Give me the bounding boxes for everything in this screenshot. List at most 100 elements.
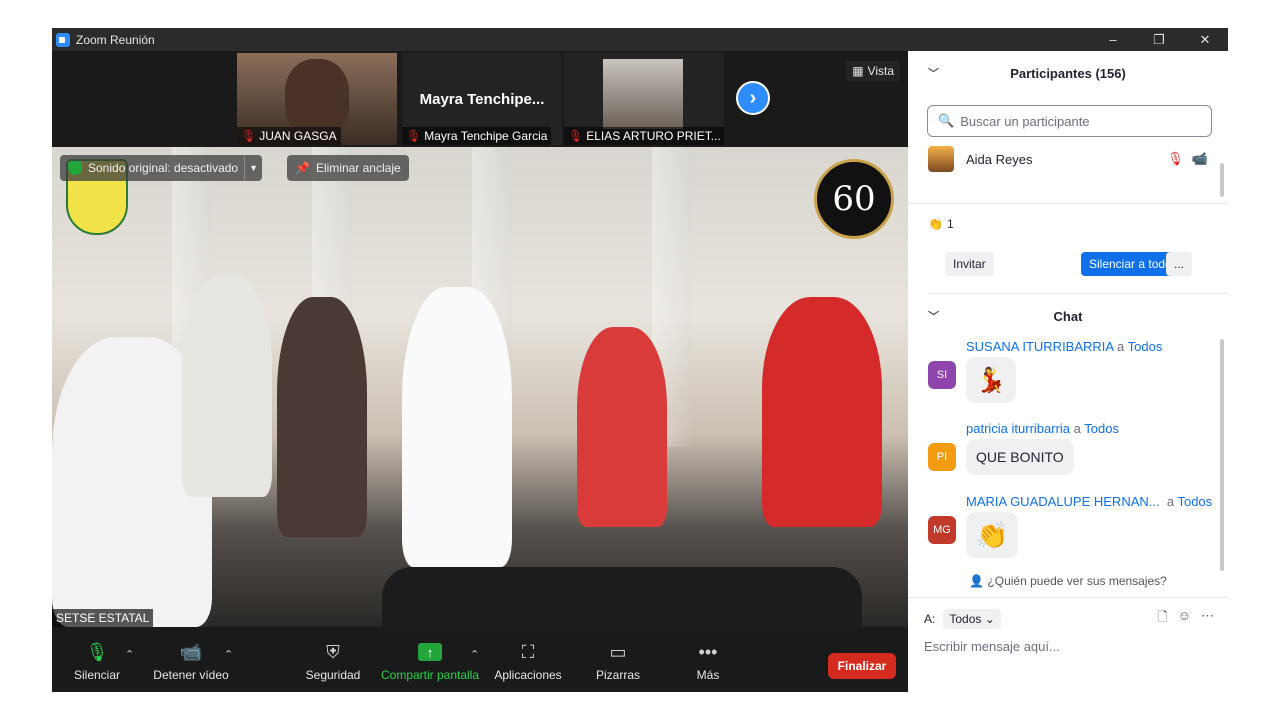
chat-header[interactable]: ﹀ Chat [908, 296, 1228, 336]
attendee [762, 297, 882, 527]
shield-icon: ⛨ [326, 641, 340, 662]
participants-scrollbar[interactable] [1220, 163, 1224, 197]
more-dots-icon: ••• [698, 641, 718, 662]
zoom-window: Zoom Reunión – ❐ ✕ 🎙 JUAN GASGA Mayra Te… [52, 28, 1228, 692]
video-name-label: SETSE ESTATAL [52, 609, 154, 627]
whiteboard-icon: ▭ [609, 641, 627, 662]
shield-check-icon [68, 161, 82, 175]
share-screen-icon: ↑ [418, 640, 442, 664]
video-off-icon: 📹 [1191, 151, 1208, 166]
title-bar: Zoom Reunión – ❐ ✕ [52, 28, 1228, 51]
chevron-down-icon[interactable]: ﹀ [928, 65, 939, 81]
message-sender: SUSANA ITURRIBARRIA a Todos [966, 339, 1163, 354]
more-dots-icon[interactable]: ⋯ [1201, 608, 1214, 630]
minimize-button[interactable]: – [1090, 28, 1136, 51]
stop-video-button[interactable]: 📹 Detener vídeo [146, 640, 236, 688]
chevron-right-icon: › [749, 86, 757, 109]
participant-display-name: Mayra Tenchipe... [419, 91, 545, 108]
chevron-down-icon[interactable]: ﹀ [928, 308, 939, 324]
apps-button[interactable]: ⛶ Aplicaciones [483, 640, 573, 688]
restore-button[interactable]: ❐ [1136, 28, 1182, 51]
participant-name-tag: 🎙 JUAN GASGA [237, 127, 341, 145]
message-sender: MARIA GUADALUPE HERNAN... a Todos [966, 494, 1213, 509]
avatar: SI [928, 361, 956, 389]
attendee [277, 297, 367, 537]
recipient-select[interactable]: Todos ⌄ [943, 609, 1001, 629]
invite-button[interactable]: Invitar [945, 252, 994, 276]
chat-scrollbar[interactable] [1220, 339, 1224, 571]
attendee [182, 277, 272, 497]
participant-tile-elias[interactable]: 🎙 ELIAS ARTURO PRIET... [564, 53, 724, 145]
zoom-app-icon [56, 32, 70, 47]
participant-row[interactable]: Aida Reyes 🎙 📹 [928, 146, 1208, 172]
video-camera-icon: 📹 [179, 641, 203, 662]
message-bubble: 💃 [966, 357, 1016, 403]
gallery-strip: 🎙 JUAN GASGA Mayra Tenchipe... 🎙 Mayra T… [52, 51, 908, 147]
share-options-caret[interactable]: ⌃ [470, 648, 479, 661]
side-panel: ﹀ Participantes (156) 🔍 Aida Reyes 🎙 📹 👏… [908, 51, 1228, 692]
muted-mic-icon: 🎙 [1167, 151, 1184, 166]
whiteboards-button[interactable]: ▭ Pizarras [573, 640, 663, 688]
view-button[interactable]: ▦ Vista [846, 61, 900, 81]
chevron-down-icon[interactable]: ▼ [244, 155, 262, 181]
video-area: 🎙 JUAN GASGA Mayra Tenchipe... 🎙 Mayra T… [52, 51, 908, 634]
anniversary-badge: 60 [814, 159, 894, 239]
person-lock-icon: 👤 [969, 574, 985, 588]
more-options-button[interactable]: ... [1166, 252, 1193, 276]
who-can-see-link[interactable]: 👤 ¿Quién puede ver sus mensajes? [908, 574, 1228, 596]
muted-mic-icon: 🎙 [568, 129, 584, 143]
end-meeting-button[interactable]: Finalizar [828, 653, 896, 679]
audio-options-caret[interactable]: ⌃ [125, 648, 134, 661]
window-controls: – ❐ ✕ [1090, 28, 1228, 51]
avatar: MG [928, 516, 956, 544]
next-page-button[interactable]: › [736, 81, 770, 115]
more-button[interactable]: ••• Más [663, 640, 753, 688]
search-icon: 🔍 [938, 113, 955, 128]
participants-header[interactable]: ﹀ Participantes (156) [908, 53, 1228, 93]
recipient-label: A: [924, 612, 936, 626]
clap-icon: 👏 [928, 217, 943, 231]
pin-icon: 📌 [295, 161, 310, 175]
conference-table [382, 567, 862, 627]
avatar: PI [928, 443, 956, 471]
close-button[interactable]: ✕ [1182, 28, 1228, 51]
security-button[interactable]: ⛨ Seguridad [288, 640, 378, 688]
message-bubble: 👏 [966, 512, 1019, 558]
chat-message-input[interactable] [924, 639, 1214, 654]
original-sound-toggle[interactable]: Sonido original: desactivado ▼ [60, 155, 263, 181]
recipient-row: A: Todos ⌄ 🗋 ☺ ⋯ [924, 607, 1214, 631]
share-screen-button[interactable]: ↑ Compartir pantalla [381, 640, 479, 688]
file-icon[interactable]: 🗋 [1157, 608, 1167, 630]
emoji-icon[interactable]: ☺ [1178, 608, 1191, 630]
window-title: Zoom Reunión [76, 32, 155, 47]
participant-status-icons: 🎙 📹 [1167, 151, 1208, 167]
microphone-icon: 🎙 [85, 641, 109, 662]
search-input[interactable] [960, 113, 1201, 129]
participant-video [603, 59, 683, 129]
main-video[interactable]: 60 Sonido original: desactivado ▼ 📌 Elim… [52, 147, 908, 627]
participant-face [285, 59, 349, 131]
grid-view-icon: ▦ [852, 64, 864, 78]
attendee [402, 287, 512, 567]
muted-mic-icon: 🎙 [241, 129, 257, 143]
chevron-down-icon: ⌄ [984, 612, 995, 626]
message-bubble: QUE BONITO [966, 439, 1074, 475]
participant-name-tag: 🎙 ELIAS ARTURO PRIET... [564, 127, 724, 145]
video-options-caret[interactable]: ⌃ [224, 648, 233, 661]
participant-tile-mayra[interactable]: Mayra Tenchipe... 🎙 Mayra Tenchipe Garci… [402, 53, 562, 145]
participant-search[interactable]: 🔍 [927, 105, 1212, 137]
chat-tools: 🗋 ☺ ⋯ [1157, 608, 1214, 630]
meeting-toolbar: 🎙 Silenciar ⌃ 📹 Detener vídeo ⌃ ⛨ Seguri… [52, 634, 908, 692]
divider [908, 597, 1228, 598]
avatar [928, 146, 954, 172]
divider [908, 203, 1228, 204]
unpin-button[interactable]: 📌 Eliminar anclaje [287, 155, 409, 181]
clap-reaction-count: 👏 1 [928, 217, 954, 231]
apps-icon: ⛶ [521, 641, 535, 662]
divider [928, 293, 1228, 294]
message-sender: patricia iturribarria a Todos [966, 421, 1119, 436]
attendee [577, 327, 667, 527]
participant-tile-juan-gasga[interactable]: 🎙 JUAN GASGA [237, 53, 397, 145]
participant-name-tag: 🎙 Mayra Tenchipe Garcia [402, 127, 552, 145]
muted-mic-icon: 🎙 [406, 129, 422, 143]
